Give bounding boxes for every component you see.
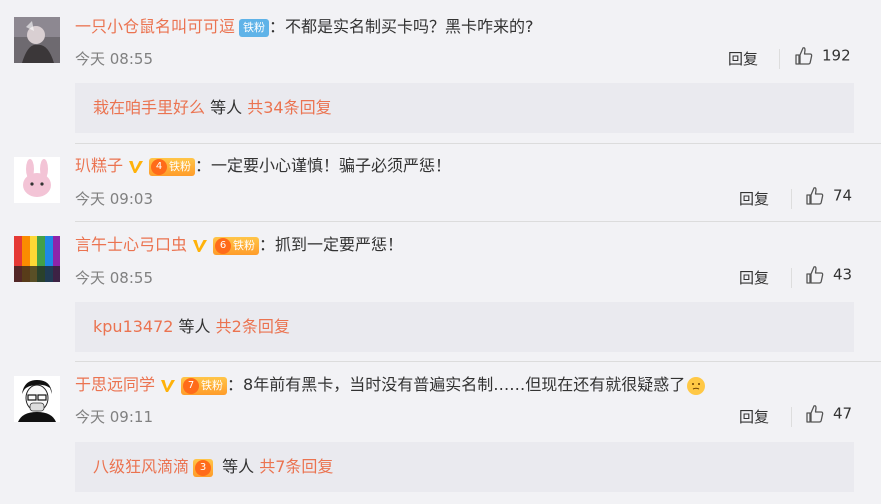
avatar[interactable]: [14, 376, 60, 422]
fan-badge-label: 铁粉: [201, 378, 224, 392]
like-button[interactable]: 74: [805, 186, 852, 206]
verified-v-icon: [127, 158, 145, 176]
fan-badge-label: 铁粉: [233, 238, 256, 252]
reply-user[interactable]: kpu13472: [93, 317, 173, 336]
divider: [791, 407, 792, 427]
reply-middle: 等人: [173, 317, 216, 336]
comment-text: 一定要小心谨慎！骗子必须严惩！: [211, 156, 452, 175]
verified-v-icon: [159, 377, 177, 395]
divider: [791, 189, 792, 209]
reply-button[interactable]: 回复: [739, 406, 769, 427]
comment-time: 今天 08:55: [75, 269, 153, 287]
colon: ：: [195, 156, 212, 175]
comment-text: 8年前有黑卡，当时没有普遍实名制……但现在还有就很疑惑了: [243, 375, 686, 394]
thumbs-up-icon: [806, 405, 824, 423]
colon: ：: [269, 17, 286, 36]
user-level: 3: [195, 459, 212, 476]
divider: [779, 49, 780, 69]
reply-button[interactable]: 回复: [728, 48, 758, 69]
comment-header: 玐糕子 4 铁粉 ：一定要小心谨慎！骗子必须严惩！: [75, 155, 451, 177]
reply-button[interactable]: 回复: [739, 188, 769, 209]
avatar[interactable]: [14, 157, 60, 203]
divider: [75, 143, 881, 144]
thinking-emoji-icon: [687, 376, 706, 395]
like-button[interactable]: 47: [805, 404, 852, 424]
reply-thread-link[interactable]: 栽在咱手里好么 等人 共34条回复: [75, 83, 854, 133]
username-link[interactable]: 玐糕子: [75, 156, 123, 175]
comment-text: 抓到一定要严惩！: [275, 235, 404, 254]
fan-badge[interactable]: 4 铁粉: [149, 157, 196, 176]
comment-text: 不都是实名制买卡吗？黑卡咋来的?: [285, 17, 534, 36]
verified-v-icon: [191, 237, 209, 255]
reply-count[interactable]: 共34条回复: [247, 98, 331, 117]
fan-level: 6: [215, 237, 232, 254]
like-count: 43: [833, 265, 853, 284]
username-link[interactable]: 一只小仓鼠名叫可可逗: [75, 17, 235, 36]
user-level-badge: 3: [193, 458, 214, 477]
comment-time: 今天 08:55: [75, 50, 153, 68]
comment-time: 今天 09:03: [75, 190, 153, 208]
fan-badge-label: 铁粉: [169, 159, 192, 173]
divider: [791, 268, 792, 288]
comment-header: 于思远同学 7 铁粉 ：8年前有黑卡，当时没有普遍实名制……但现在还有就很疑惑了: [75, 374, 706, 396]
comment-header: 一只小仓鼠名叫可可逗 铁粉 ：不都是实名制买卡吗？黑卡咋来的?: [75, 16, 534, 38]
fan-badge[interactable]: 铁粉: [239, 18, 270, 37]
reply-thread-link[interactable]: 八级狂风滴滴 3 等人 共7条回复: [75, 442, 854, 492]
comment-time: 今天 09:11: [75, 408, 153, 426]
avatar[interactable]: [14, 17, 60, 63]
fan-level: 7: [183, 377, 200, 394]
reply-user[interactable]: 八级狂风滴滴: [93, 457, 189, 476]
colon: ：: [259, 235, 276, 254]
comment-header: 言午士心弓口虫 6 铁粉 ：抓到一定要严惩！: [75, 234, 403, 256]
thumbs-up-icon: [806, 266, 824, 284]
colon: ：: [227, 375, 244, 394]
thumbs-up-icon: [795, 47, 813, 65]
reply-user[interactable]: 栽在咱手里好么: [93, 98, 205, 117]
like-count: 74: [833, 186, 853, 205]
fan-badge[interactable]: 7 铁粉: [181, 376, 228, 395]
reply-button[interactable]: 回复: [739, 267, 769, 288]
username-link[interactable]: 于思远同学: [75, 375, 155, 394]
like-count: 47: [833, 404, 853, 423]
comment-list: 一只小仓鼠名叫可可逗 铁粉 ：不都是实名制买卡吗？黑卡咋来的? 今天 08:55 回…: [0, 0, 881, 504]
like-button[interactable]: 192: [794, 46, 851, 66]
fan-badge[interactable]: 6 铁粉: [213, 236, 260, 255]
reply-count[interactable]: 共7条回复: [259, 457, 333, 476]
reply-middle: 等人: [217, 457, 260, 476]
reply-middle: 等人: [205, 98, 248, 117]
like-button[interactable]: 43: [805, 265, 852, 285]
reply-count[interactable]: 共2条回复: [216, 317, 290, 336]
reply-thread-link[interactable]: kpu13472 等人 共2条回复: [75, 302, 854, 352]
avatar[interactable]: [14, 236, 60, 282]
divider: [75, 221, 881, 222]
fan-level: 4: [151, 158, 168, 175]
thumbs-up-icon: [806, 187, 824, 205]
divider: [75, 361, 881, 362]
like-count: 192: [822, 46, 851, 65]
username-link[interactable]: 言午士心弓口虫: [75, 235, 187, 254]
